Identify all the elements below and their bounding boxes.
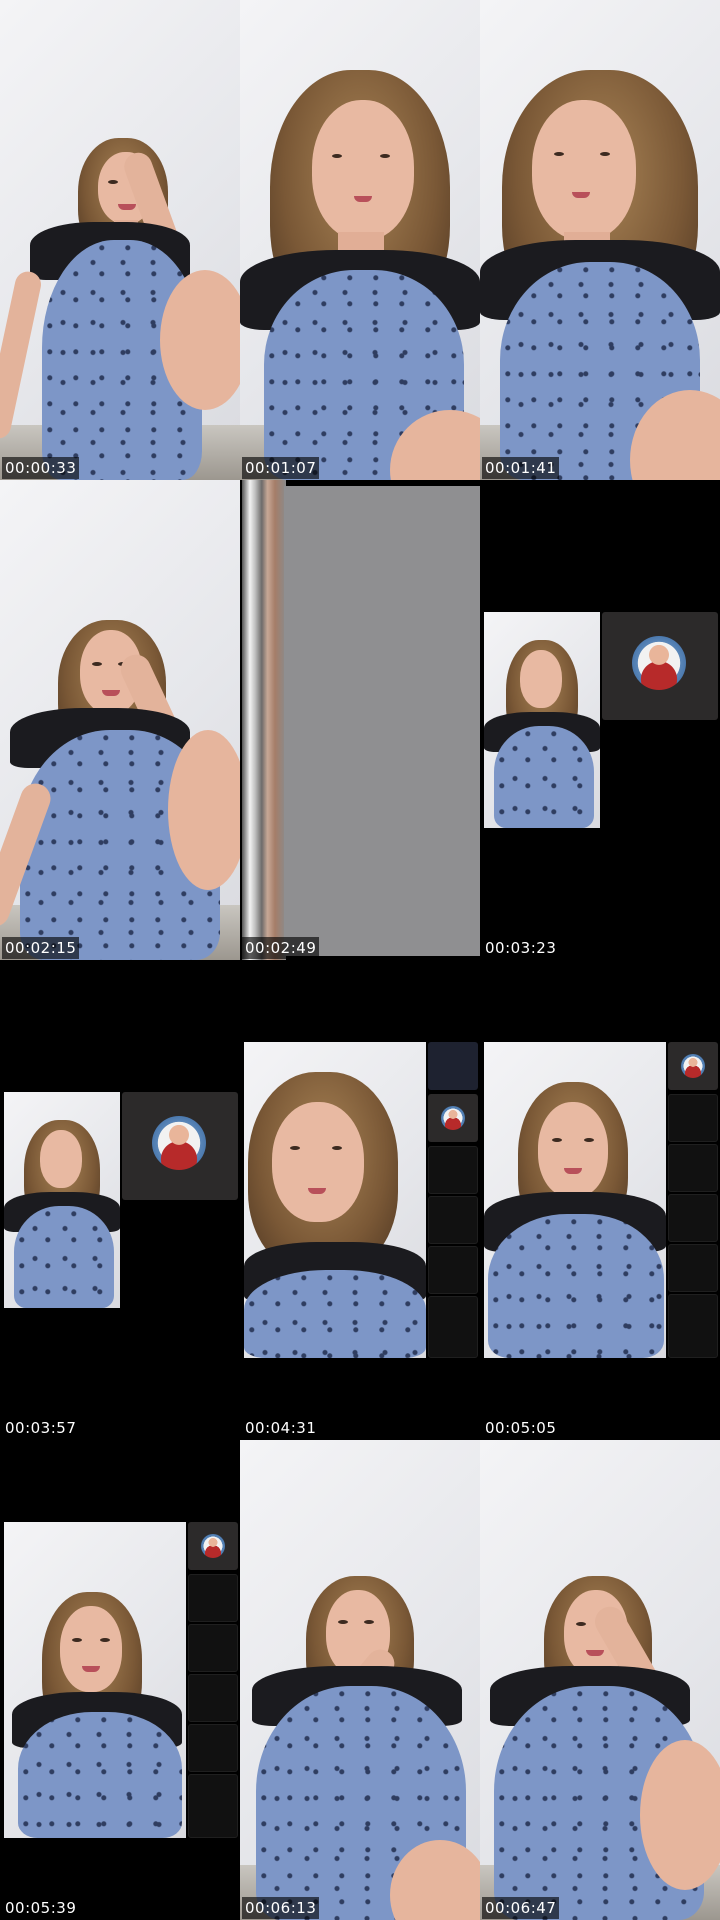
eye — [552, 1138, 562, 1142]
empty-slot — [668, 1144, 718, 1192]
grey-placeholder — [284, 486, 480, 956]
dress — [18, 1712, 182, 1838]
face — [538, 1102, 608, 1198]
call-main-tile — [4, 1092, 120, 1308]
avatar-icon — [632, 636, 686, 690]
call-main-tile — [484, 612, 600, 828]
face — [312, 100, 414, 240]
call-avatar-tile — [122, 1092, 238, 1200]
empty-slot — [668, 1094, 718, 1142]
person — [480, 0, 720, 480]
eye — [290, 1146, 300, 1150]
eye — [554, 152, 564, 156]
avatar-icon — [152, 1116, 206, 1170]
thumbnail-grid: 00:00:33 00:01:07 00:01:41 00:02:15 00:0… — [0, 0, 720, 1920]
timestamp: 00:05:39 — [5, 1899, 77, 1917]
timestamp: 00:03:23 — [485, 939, 557, 957]
eye — [108, 180, 118, 184]
avatar-icon — [681, 1054, 705, 1078]
empty-slot — [428, 1296, 478, 1358]
video-frame-9: 00:05:05 — [480, 960, 720, 1440]
dress — [244, 1270, 426, 1358]
face — [40, 1130, 82, 1188]
timestamp: 00:06:47 — [482, 1897, 560, 1919]
arm — [0, 269, 44, 441]
participant-video-tile — [428, 1042, 478, 1090]
video-frame-11: 00:06:13 — [240, 1440, 480, 1920]
knee — [640, 1740, 720, 1890]
empty-slot — [428, 1246, 478, 1294]
timestamp: 00:02:15 — [2, 937, 80, 959]
empty-slot — [668, 1294, 718, 1358]
timestamp: 00:04:31 — [245, 1419, 317, 1437]
video-frame-12: 00:06:47 — [480, 1440, 720, 1920]
person — [0, 0, 240, 480]
eye — [380, 154, 390, 158]
eye — [72, 1638, 82, 1642]
timestamp: 00:01:07 — [242, 457, 320, 479]
timestamp: 00:01:41 — [482, 457, 560, 479]
avatar-icon — [201, 1534, 225, 1558]
eye — [92, 662, 102, 666]
knee — [168, 730, 240, 890]
video-frame-6: 00:03:23 — [480, 480, 720, 960]
dress — [494, 726, 594, 828]
dress — [14, 1206, 114, 1308]
video-frame-1: 00:00:33 — [0, 0, 240, 480]
call-avatar-tile — [602, 612, 718, 720]
call-main-tile — [4, 1522, 186, 1838]
timestamp: 00:06:13 — [242, 1897, 320, 1919]
eye — [332, 1146, 342, 1150]
eye — [332, 154, 342, 158]
eye — [364, 1620, 374, 1624]
video-frame-10: 00:05:39 — [0, 1440, 240, 1920]
timestamp: 00:00:33 — [2, 457, 80, 479]
dress — [488, 1214, 664, 1358]
person — [0, 480, 240, 960]
empty-slot — [188, 1674, 238, 1722]
knee — [160, 270, 240, 410]
eye — [600, 152, 610, 156]
video-frame-2: 00:01:07 — [240, 0, 480, 480]
video-frame-5: 00:02:49 — [240, 480, 480, 960]
face — [60, 1606, 122, 1692]
empty-slot — [668, 1244, 718, 1292]
call-avatar-tile — [188, 1522, 238, 1570]
person — [480, 1440, 720, 1920]
empty-slot — [668, 1194, 718, 1242]
call-main-tile — [244, 1042, 426, 1358]
video-frame-7: 00:03:57 — [0, 960, 240, 1440]
timestamp: 00:02:49 — [242, 937, 320, 959]
eye — [338, 1620, 348, 1624]
video-frame-4: 00:02:15 — [0, 480, 240, 960]
eye — [100, 1638, 110, 1642]
face — [272, 1102, 364, 1222]
eye — [576, 1622, 586, 1626]
phone-edge — [242, 480, 286, 960]
empty-slot — [188, 1624, 238, 1672]
video-frame-8: 00:04:31 — [240, 960, 480, 1440]
video-frame-3: 00:01:41 — [480, 0, 720, 480]
timestamp: 00:03:57 — [5, 1419, 77, 1437]
person — [240, 1440, 480, 1920]
call-main-tile — [484, 1042, 666, 1358]
face — [520, 650, 562, 708]
empty-slot — [188, 1724, 238, 1772]
avatar-icon — [441, 1106, 465, 1130]
empty-slot — [428, 1196, 478, 1244]
face — [532, 100, 636, 240]
empty-slot — [188, 1774, 238, 1838]
eye — [584, 1138, 594, 1142]
person — [240, 0, 480, 480]
timestamp: 00:05:05 — [485, 1419, 557, 1437]
call-avatar-tile — [428, 1094, 478, 1142]
empty-slot — [428, 1146, 478, 1194]
call-avatar-tile — [668, 1042, 718, 1090]
empty-slot — [188, 1574, 238, 1622]
